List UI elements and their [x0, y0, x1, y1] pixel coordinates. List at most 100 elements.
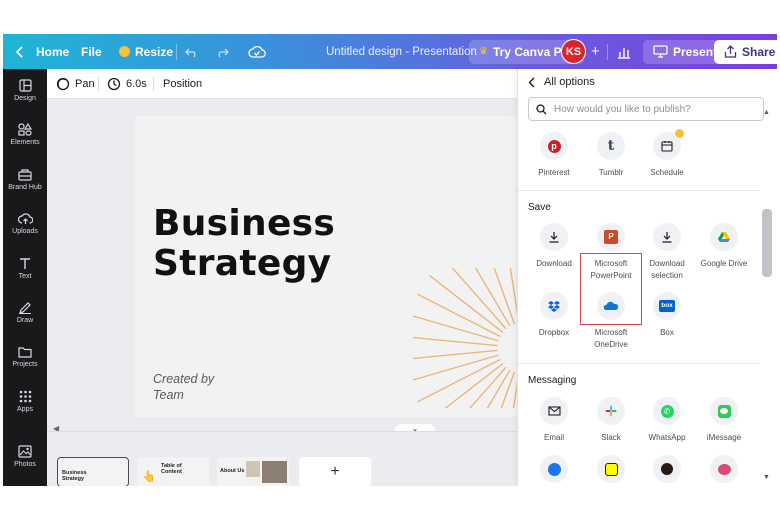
- sidebar-item-text[interactable]: Text: [3, 257, 47, 280]
- publish-search-input[interactable]: How would you like to publish?: [528, 97, 764, 121]
- resize-button[interactable]: Resize: [119, 34, 173, 69]
- left-sidebar: Design Elements Brand Hub Uploads Text D…: [3, 69, 47, 486]
- design-title[interactable]: Untitled design - Presentation: [326, 34, 477, 69]
- thumbnail-image: [246, 461, 260, 477]
- option-email[interactable]: Email: [526, 397, 582, 444]
- dropbox-icon: [540, 292, 568, 320]
- option-google-drive[interactable]: Google Drive: [696, 223, 752, 270]
- download-icon: [653, 223, 681, 251]
- imessage-icon: [710, 397, 738, 425]
- share-button[interactable]: Share: [714, 39, 777, 64]
- option-download-selection[interactable]: Download selection: [639, 223, 695, 282]
- slide-canvas[interactable]: Business Strategy Created by Team: [135, 116, 517, 417]
- option-label: Google Drive: [700, 259, 748, 268]
- option-label: Schedule: [650, 168, 684, 177]
- slide-title[interactable]: Business Strategy: [153, 204, 335, 284]
- present-icon: [653, 45, 668, 58]
- sidebar-item-apps[interactable]: Apps: [3, 390, 47, 413]
- page-thumbnail[interactable]: Table of Content 👆: [137, 457, 209, 486]
- resize-label: Resize: [135, 44, 174, 59]
- sunburst-graphic[interactable]: [413, 268, 517, 408]
- option-label: Box: [660, 328, 674, 337]
- option-snapchat[interactable]: [583, 455, 639, 483]
- option-dropbox[interactable]: Dropbox: [526, 292, 582, 339]
- undo-button[interactable]: [185, 34, 199, 69]
- home-button[interactable]: Home: [15, 34, 69, 69]
- section-heading-save: Save: [528, 202, 551, 213]
- chevron-left-icon: [15, 45, 23, 58]
- sidebar-item-elements[interactable]: Elements: [3, 123, 47, 146]
- option-label: Microsoft OneDrive: [594, 327, 628, 351]
- whatsapp-icon: ✆: [653, 397, 681, 425]
- option-pinterest[interactable]: p Pinterest: [526, 132, 582, 179]
- option-label-line: selection: [651, 271, 683, 280]
- divider: [153, 77, 154, 91]
- option-label: iMessage: [706, 433, 742, 442]
- page-thumbnail[interactable]: About Us: [217, 457, 289, 486]
- page-thumbnail[interactable]: Business Strategy: [57, 457, 129, 486]
- option-tumblr[interactable]: t Tumblr: [583, 132, 639, 179]
- scroll-down-arrow[interactable]: ▼: [763, 474, 770, 481]
- page-thumbnails: Business Strategy Table of Content 👆 Abo…: [47, 431, 517, 486]
- option-schedule[interactable]: Schedule: [639, 128, 695, 179]
- sidebar-item-brand-hub[interactable]: Brand Hub: [3, 168, 47, 191]
- slide-subtitle[interactable]: Created by Team: [153, 371, 214, 403]
- section-heading-messaging: Messaging: [528, 375, 577, 386]
- sidebar-item-label: Brand Hub: [8, 184, 42, 191]
- apps-grid-icon: [19, 390, 31, 403]
- folder-icon: [18, 347, 32, 358]
- slide-title-line: Strategy: [153, 243, 332, 284]
- sidebar-item-uploads[interactable]: Uploads: [3, 212, 47, 235]
- add-page-button[interactable]: +: [299, 457, 371, 486]
- option-download[interactable]: Download: [526, 223, 582, 270]
- avatar[interactable]: KS: [561, 39, 586, 64]
- thumbnail-text: About Us: [220, 468, 245, 474]
- file-menu[interactable]: File: [81, 34, 102, 69]
- sunburst-ray: [512, 381, 517, 408]
- divider: [518, 363, 760, 364]
- thumbnail-text: Content: [161, 469, 182, 475]
- option-box[interactable]: box Box: [639, 292, 695, 339]
- sidebar-item-projects[interactable]: Projects: [3, 346, 47, 368]
- panel-header[interactable]: All options: [528, 76, 595, 88]
- messenger-icon: [540, 455, 568, 483]
- option-whatsapp[interactable]: ✆ WhatsApp: [639, 397, 695, 444]
- insights-button[interactable]: [616, 34, 632, 69]
- crown-icon: [674, 128, 685, 139]
- option-mailchimp[interactable]: [639, 455, 695, 483]
- pan-button[interactable]: Pan: [56, 69, 95, 99]
- pan-animation-icon: [56, 77, 70, 91]
- scroll-up-arrow[interactable]: ▲: [763, 109, 770, 116]
- file-label: File: [81, 44, 102, 59]
- option-microsoft-onedrive[interactable]: Microsoft OneDrive: [583, 292, 639, 351]
- add-collaborator-button[interactable]: +: [591, 34, 600, 69]
- slack-icon: [597, 397, 625, 425]
- clock-icon: [107, 77, 121, 91]
- panel-scrollbar[interactable]: [762, 209, 772, 277]
- sidebar-item-label: Uploads: [12, 228, 38, 235]
- sunburst-ray: [413, 336, 498, 347]
- option-imessage[interactable]: iMessage: [696, 397, 752, 444]
- sunburst-ray: [451, 268, 507, 330]
- bar-chart-icon: [618, 47, 630, 59]
- design-title-text: Untitled design - Presentation: [326, 45, 477, 58]
- sidebar-item-draw[interactable]: Draw: [3, 301, 47, 324]
- search-icon: [536, 103, 547, 114]
- photo-icon: [18, 445, 32, 458]
- option-messenger[interactable]: [526, 455, 582, 483]
- option-label: Download: [536, 259, 572, 268]
- redo-button[interactable]: [215, 34, 229, 69]
- share-upload-icon: [724, 45, 737, 58]
- snapchat-icon: [597, 455, 625, 483]
- timing-button[interactable]: 6.0s: [107, 69, 147, 99]
- option-slack[interactable]: Slack: [583, 397, 639, 444]
- option-label: Pinterest: [538, 168, 570, 177]
- sidebar-item-photos[interactable]: Photos: [3, 445, 47, 468]
- position-button[interactable]: Position: [163, 69, 202, 99]
- save-status-button[interactable]: [248, 34, 266, 69]
- sidebar-item-design[interactable]: Design: [3, 79, 47, 102]
- text-icon: [20, 258, 30, 269]
- option-messaging-more[interactable]: [696, 455, 752, 483]
- sunburst-ray: [493, 268, 515, 325]
- divider: [607, 44, 608, 60]
